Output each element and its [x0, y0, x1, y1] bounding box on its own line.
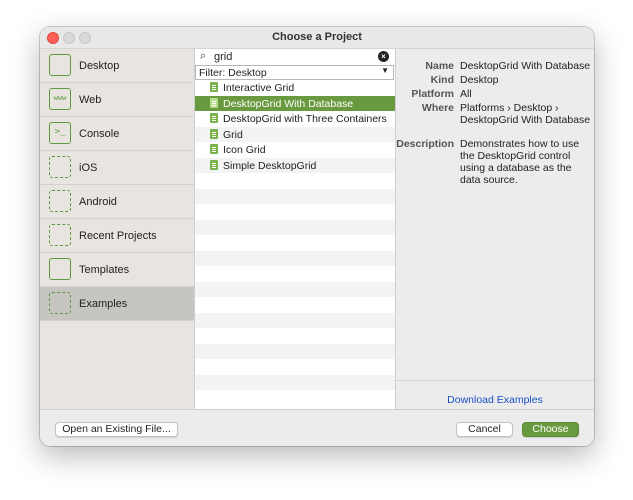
choose-project-dialog: Choose a Project Desktop www Web >_ Cons…: [40, 27, 594, 446]
sidebar-item-label: Console: [79, 128, 120, 140]
list-item[interactable]: Interactive Grid: [195, 80, 395, 96]
sidebar-item-label: Android: [79, 196, 117, 208]
project-list-panel: ⌕ × Filter: Desktop ▼ Interactive Grid D…: [195, 49, 396, 409]
recent-projects-icon: [49, 224, 71, 246]
chevron-down-icon: ▼: [381, 66, 389, 75]
list-item[interactable]: Grid: [195, 126, 395, 142]
sidebar-item-web[interactable]: www Web: [40, 83, 194, 117]
project-file-icon: [210, 97, 218, 108]
detail-pane: Name DesktopGrid With Database Kind Desk…: [396, 49, 594, 409]
list-item-label: DesktopGrid With Database: [223, 97, 354, 110]
project-file-icon: [210, 159, 218, 170]
example-list: Interactive Grid DesktopGrid With Databa…: [195, 80, 395, 409]
close-window-button[interactable]: [47, 32, 59, 44]
project-file-icon: [210, 113, 218, 123]
platform-label: Platform: [411, 88, 454, 100]
console-icon: >_: [49, 122, 71, 144]
list-item[interactable]: DesktopGrid with Three Containers: [195, 111, 395, 127]
list-item-label: Grid: [223, 128, 243, 141]
ios-icon: [49, 156, 71, 178]
window-title: Choose a Project: [272, 31, 362, 43]
sidebar-item-label: Web: [79, 94, 102, 106]
project-file-icon: [210, 144, 218, 154]
where-label: Where: [421, 102, 454, 114]
titlebar: Choose a Project: [40, 27, 594, 49]
sidebar-item-label: Examples: [79, 298, 128, 310]
project-file-icon: [210, 82, 218, 92]
clear-search-icon[interactable]: ×: [378, 51, 389, 62]
sidebar-item-recent-projects[interactable]: Recent Projects: [40, 219, 194, 253]
button-bar: Open an Existing File... Cancel Choose: [40, 409, 594, 446]
empty-row: [195, 173, 395, 189]
empty-row: [195, 250, 395, 266]
zoom-window-button[interactable]: [79, 32, 91, 44]
minimize-window-button[interactable]: [63, 32, 75, 44]
name-value: DesktopGrid With Database: [460, 60, 591, 72]
description-label: Description: [396, 138, 454, 150]
empty-row: [195, 374, 395, 390]
sidebar-item-examples[interactable]: Examples: [40, 287, 194, 321]
cancel-button[interactable]: Cancel: [456, 422, 513, 437]
sidebar-item-desktop[interactable]: Desktop: [40, 49, 194, 83]
list-item-label: Interactive Grid: [223, 82, 295, 94]
where-value: Platforms › Desktop › DesktopGrid With D…: [460, 102, 591, 126]
list-item[interactable]: Simple DesktopGrid: [195, 157, 395, 173]
desktop-icon: [49, 54, 71, 76]
list-item-label: Simple DesktopGrid: [223, 159, 317, 172]
name-label: Name: [425, 60, 454, 72]
filter-selected-value: Filter: Desktop: [199, 67, 267, 79]
sidebar-item-android[interactable]: Android: [40, 185, 194, 219]
sidebar-item-label: Desktop: [79, 60, 120, 72]
empty-row: [195, 328, 395, 344]
choose-button[interactable]: Choose: [522, 422, 579, 437]
web-icon: www: [49, 88, 71, 110]
empty-row: [195, 312, 395, 328]
search-bar: ⌕ ×: [195, 49, 395, 66]
empty-row: [195, 390, 395, 406]
platform-value: All: [460, 88, 472, 100]
filter-dropdown[interactable]: Filter: Desktop ▼: [195, 65, 394, 80]
open-existing-file-button[interactable]: Open an Existing File...: [55, 422, 178, 437]
empty-row: [195, 266, 395, 282]
empty-row: [195, 219, 395, 235]
divider: [396, 380, 594, 381]
list-item-label: DesktopGrid with Three Containers: [223, 113, 387, 125]
sidebar-item-ios[interactable]: iOS: [40, 151, 194, 185]
examples-icon: [49, 292, 71, 314]
list-item-label: Icon Grid: [223, 144, 266, 156]
templates-icon: [49, 258, 71, 280]
sidebar-item-templates[interactable]: Templates: [40, 253, 194, 287]
sidebar-item-label: iOS: [79, 162, 98, 174]
list-item[interactable]: Icon Grid: [195, 142, 395, 158]
search-icon: ⌕: [200, 50, 207, 62]
sidebar-item-label: Recent Projects: [79, 230, 157, 242]
empty-row: [195, 343, 395, 359]
kind-value: Desktop: [460, 74, 499, 86]
empty-row: [195, 204, 395, 220]
download-examples-link[interactable]: Download Examples: [396, 394, 594, 406]
android-icon: [49, 190, 71, 212]
kind-label: Kind: [430, 74, 454, 86]
category-sidebar: Desktop www Web >_ Console iOS Android R…: [40, 49, 195, 409]
empty-row: [195, 235, 395, 251]
empty-row: [195, 188, 395, 204]
project-file-icon: [210, 128, 218, 139]
search-input[interactable]: [214, 50, 374, 63]
sidebar-item-label: Templates: [79, 264, 130, 276]
description-value: Demonstrates how to use the DesktopGrid …: [460, 138, 580, 186]
empty-row: [195, 281, 395, 297]
empty-row: [195, 359, 395, 375]
sidebar-item-console[interactable]: >_ Console: [40, 117, 194, 151]
empty-row: [195, 297, 395, 313]
list-item[interactable]: DesktopGrid With Database: [195, 95, 395, 111]
